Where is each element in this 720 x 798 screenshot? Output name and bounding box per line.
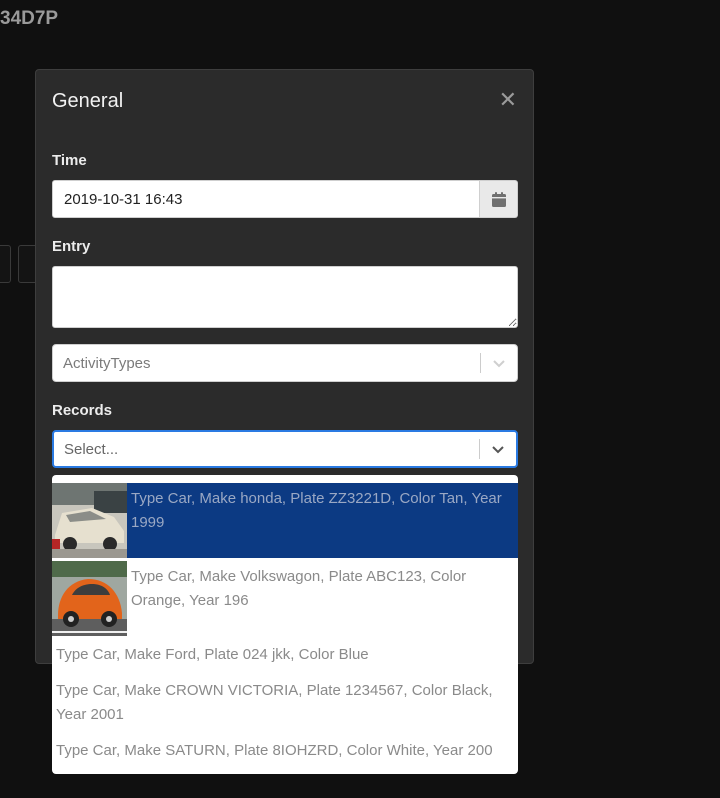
records-placeholder: Select... bbox=[64, 440, 119, 458]
dropdown-indicator[interactable] bbox=[480, 431, 516, 467]
records-option-label: Type Car, Make Ford, Plate 024 jkk, Colo… bbox=[56, 646, 369, 663]
calendar-icon bbox=[491, 191, 506, 207]
activity-types-select[interactable]: ActivityTypes bbox=[52, 344, 518, 382]
chevron-down-icon bbox=[493, 359, 505, 367]
records-select[interactable]: Select... bbox=[52, 430, 518, 468]
records-option-label: Type Car, Make honda, Plate ZZ3221D, Col… bbox=[131, 490, 502, 531]
records-option[interactable]: Type Car, Make Volkswagon, Plate ABC123,… bbox=[52, 561, 518, 637]
records-option-label: Type Car, Make CROWN VICTORIA, Plate 123… bbox=[56, 682, 493, 723]
calendar-button[interactable] bbox=[480, 180, 518, 218]
entry-label: Entry bbox=[52, 238, 91, 255]
dropdown-indicator[interactable] bbox=[481, 345, 517, 381]
records-option[interactable]: Type Car, Make Ford, Plate 024 jkk, Colo… bbox=[52, 643, 518, 671]
records-option[interactable]: Type Car, Make honda, Plate ZZ3221D, Col… bbox=[52, 483, 518, 558]
car-photo-thumbnail bbox=[52, 483, 127, 558]
modal-title: General bbox=[52, 90, 124, 112]
records-label: Records bbox=[52, 402, 113, 419]
records-option[interactable]: Type Car, Make SATURN, Plate 8IOHZRD, Co… bbox=[52, 739, 518, 767]
car-photo-thumbnail bbox=[52, 561, 127, 636]
page-record-id: 34D7P bbox=[0, 8, 59, 29]
chevron-down-icon bbox=[492, 445, 504, 453]
records-option-label: Type Car, Make SATURN, Plate 8IOHZRD, Co… bbox=[56, 742, 493, 759]
background-button bbox=[0, 245, 11, 283]
close-icon[interactable]: ✕ bbox=[499, 87, 517, 113]
time-input[interactable] bbox=[52, 180, 480, 218]
records-option-label: Type Car, Make Volkswagon, Plate ABC123,… bbox=[131, 568, 467, 609]
activity-types-placeholder: ActivityTypes bbox=[63, 354, 151, 372]
time-label: Time bbox=[52, 152, 87, 169]
entry-textarea[interactable] bbox=[52, 266, 518, 328]
records-menu: Type Car, Make honda, Plate ZZ3221D, Col… bbox=[52, 475, 518, 774]
time-field-group bbox=[52, 180, 518, 218]
records-option[interactable]: Type Car, Make CROWN VICTORIA, Plate 123… bbox=[52, 679, 518, 731]
